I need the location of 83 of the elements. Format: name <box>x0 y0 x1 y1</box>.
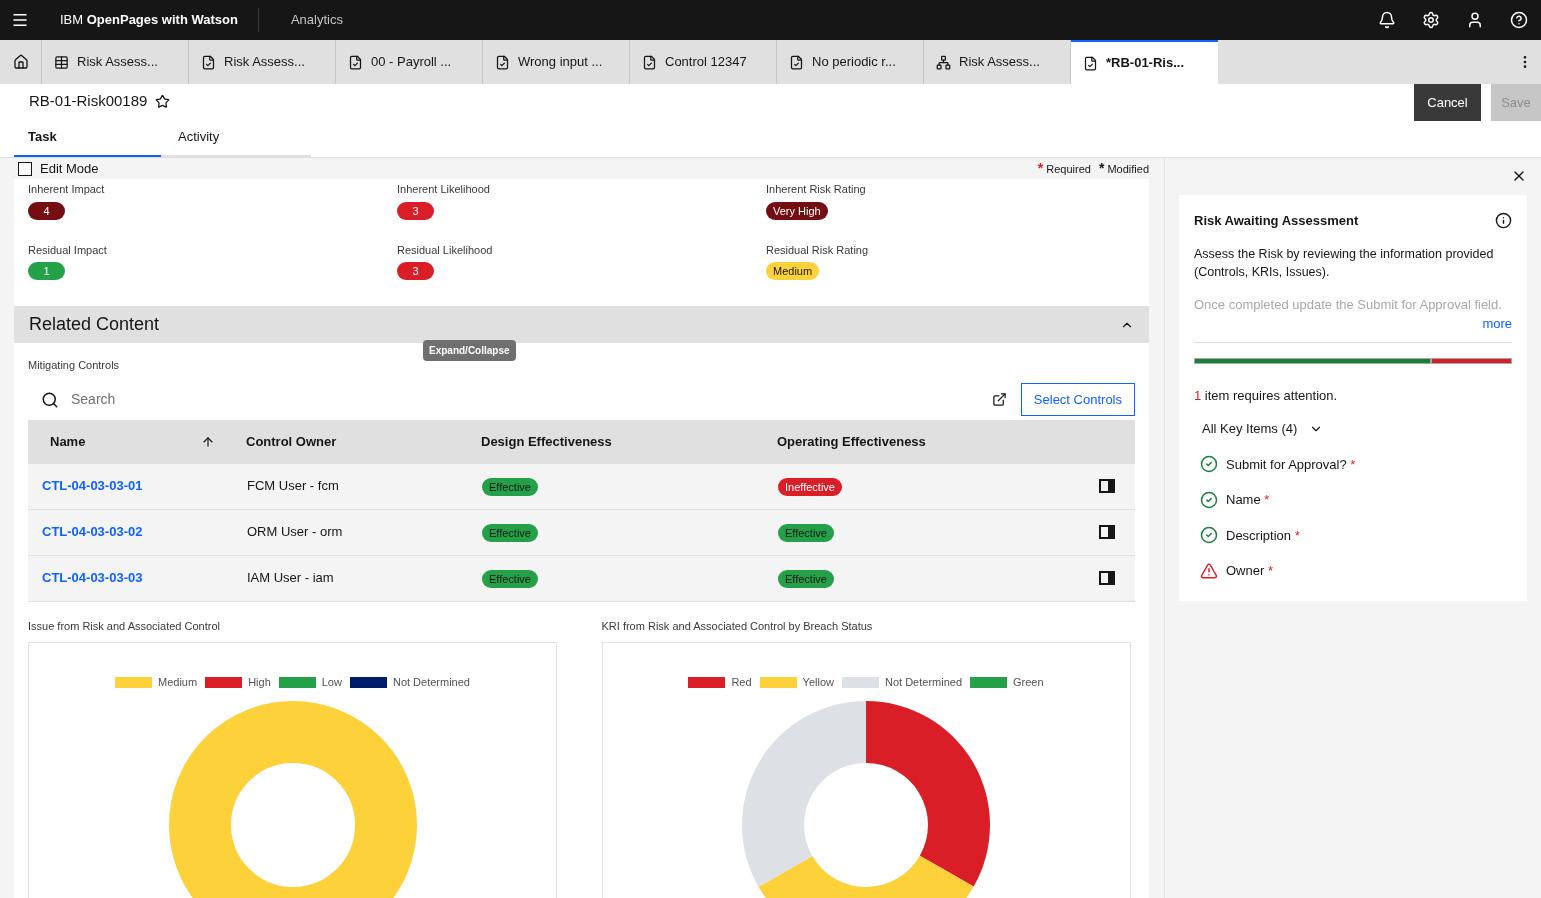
key-item-label[interactable]: Owner * <box>1226 561 1273 581</box>
rating-label: Inherent Risk Rating <box>766 182 867 197</box>
side-panel-icon[interactable] <box>1099 479 1115 493</box>
control-link[interactable]: CTL-04-03-03-02 <box>28 522 231 542</box>
key-item-label[interactable]: Name * <box>1226 490 1270 510</box>
control-link[interactable]: CTL-04-03-03-01 <box>28 476 231 496</box>
document-icon <box>642 54 657 70</box>
key-item-label[interactable]: Submit for Approval? * <box>1226 454 1356 474</box>
panel-instruction: Once completed update the Submit for Approval field. <box>1194 295 1503 314</box>
select-controls-button[interactable]: Select Controls <box>1020 383 1135 416</box>
sort-icon[interactable] <box>201 434 215 449</box>
legend-label: Not Determined <box>885 675 963 690</box>
column-header[interactable]: Design Effectiveness <box>466 431 762 452</box>
chart-title: KRI from Risk and Associated Control by Breach Status <box>601 618 874 634</box>
tooltip: Expand/Collapse <box>423 340 516 361</box>
table-cell-text: IAM User - iam <box>246 569 335 588</box>
column-header[interactable]: Name <box>28 431 231 452</box>
control-link[interactable]: CTL-04-03-03-03 <box>28 568 231 588</box>
side-panel-icon[interactable] <box>1099 571 1115 585</box>
attention-message: 1 item requires attention. <box>1194 386 1339 405</box>
filter-dropdown[interactable]: All Key Items (4) <box>1202 419 1324 439</box>
more-link[interactable]: more <box>1482 314 1512 334</box>
rating-badge: Medium <box>766 262 820 280</box>
legend-label: Yellow <box>802 675 834 690</box>
legend-label: Low <box>321 675 342 690</box>
legend-label: Red <box>731 675 752 690</box>
panel-title: Risk Awaiting Assessment <box>1194 212 1359 230</box>
field-legend-note: * Required <box>1037 159 1091 178</box>
panel-description: Assess the Risk by reviewing the information provided (Controls, KRIs, Issues). <box>1194 245 1495 281</box>
rating-label: Residual Impact <box>28 242 108 258</box>
document-icon <box>348 54 363 70</box>
star-icon[interactable] <box>155 94 171 109</box>
column-header[interactable]: Operating Effectiveness <box>762 431 1095 452</box>
legend-label: Green <box>1013 675 1044 690</box>
field-legend-note: * Modified <box>1098 159 1149 178</box>
status-badge: Ineffective <box>778 478 842 496</box>
legend-label: Not Determined <box>392 675 470 690</box>
legend-label: High <box>248 675 271 690</box>
status-badge: Effective <box>482 478 538 496</box>
status-badge: Effective <box>778 524 834 542</box>
rating-label: Inherent Likelihood <box>397 182 491 197</box>
cancel-button[interactable]: Cancel <box>1414 84 1481 121</box>
document-tab[interactable]: Control 12347 <box>630 40 777 84</box>
rating-badge: 1 <box>28 262 65 280</box>
search-field[interactable]: Search <box>71 389 992 410</box>
legend-label: Medium <box>158 675 198 690</box>
hierarchy-icon <box>936 54 951 70</box>
section-link[interactable]: Analytics <box>258 10 375 30</box>
document-icon <box>201 54 216 70</box>
page-title: RB-01-Risk00189 <box>29 91 148 112</box>
rating-badge: 4 <box>28 201 65 220</box>
side-panel-icon[interactable] <box>1099 525 1115 539</box>
edit-mode-checkbox[interactable]: Edit Mode <box>14 158 99 179</box>
table-icon <box>54 54 69 70</box>
document-icon <box>1083 55 1098 71</box>
key-item-label[interactable]: Description * <box>1226 525 1300 545</box>
search-icon <box>41 390 59 409</box>
section-label: Mitigating Controls <box>28 358 121 373</box>
rating-label: Inherent Impact <box>28 182 106 197</box>
info-icon[interactable] <box>1495 212 1512 230</box>
document-tab[interactable]: 00 - Payroll ... <box>336 40 483 84</box>
chart-title: Issue from Risk and Associated Control <box>28 618 221 634</box>
rating-badge: Very High <box>766 201 828 220</box>
document-tab[interactable]: *RB-01-Ris... <box>1071 40 1218 84</box>
section-header[interactable]: Related Content <box>14 306 1149 343</box>
status-badge: Effective <box>482 570 538 588</box>
column-header[interactable]: Control Owner <box>231 431 466 452</box>
rating-badge: 3 <box>397 201 434 220</box>
status-badge: Effective <box>482 524 538 542</box>
table-cell-text: ORM User - orm <box>246 523 344 542</box>
table-cell-text: FCM User - fcm <box>246 477 340 496</box>
rating-label: Residual Likelihood <box>397 242 494 258</box>
status-badge: Effective <box>778 570 834 588</box>
document-tab[interactable]: No periodic r... <box>777 40 924 84</box>
document-tab[interactable]: Risk Assess... <box>189 40 336 84</box>
document-tab[interactable]: Risk Assess... <box>42 40 189 84</box>
document-icon <box>789 54 804 70</box>
product-name: IBM OpenPages with Watson <box>59 11 239 30</box>
document-tab[interactable]: Wrong input ... <box>483 40 630 84</box>
export-icon[interactable] <box>991 392 1007 407</box>
rating-label: Residual Risk Rating <box>766 242 870 258</box>
rating-badge: 3 <box>397 262 434 280</box>
document-icon <box>495 54 510 70</box>
